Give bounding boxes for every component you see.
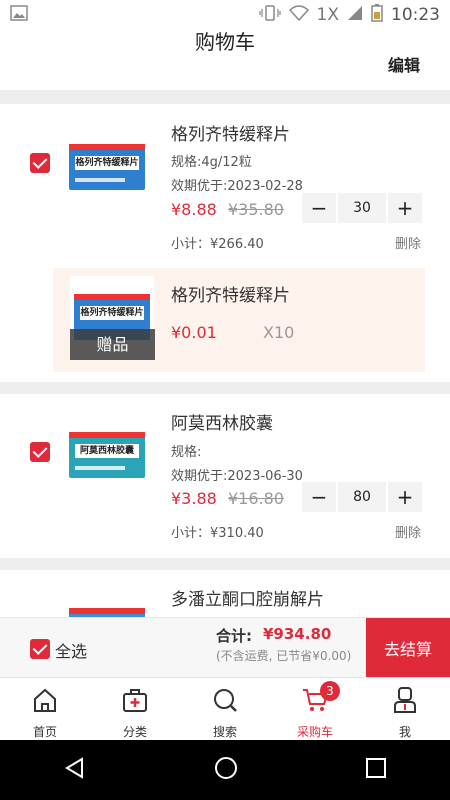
select-all-label[interactable]: 全选 [55, 638, 87, 662]
quantity-input[interactable]: 80 [338, 482, 386, 512]
product-box-label: 格列齐特缓释片 [75, 156, 139, 170]
tab-label: 首页 [32, 725, 57, 739]
image-notification-icon [10, 5, 28, 25]
signal-icon [347, 5, 363, 26]
user-icon [391, 686, 419, 718]
tab-home[interactable]: 首页 [0, 678, 90, 740]
tab-label: 分类 [122, 725, 147, 739]
product-expiry: 效期优于:2023-06-30 [171, 469, 303, 484]
quantity-input[interactable]: 30 [338, 193, 386, 223]
product-spec: 规格:4g/12粒 [171, 155, 252, 170]
wifi-icon [288, 4, 309, 26]
divider [0, 90, 450, 104]
product-price: ¥3.88 [171, 489, 217, 508]
tab-cart[interactable]: 3 采购车 [270, 678, 360, 740]
tab-label: 搜索 [212, 725, 237, 739]
search-icon [211, 686, 239, 718]
cart-item: 格列齐特缓释片 格列齐特缓释片 规格:4g/12粒 效期优于:2023-02-2… [0, 104, 450, 382]
product-image[interactable]: 阿莫西林胶囊 [65, 414, 149, 498]
tab-search[interactable]: 搜索 [180, 678, 270, 740]
total-value: ¥934.80 [263, 625, 332, 643]
page-title: 购物车 [195, 30, 255, 54]
network-type: 1X [316, 5, 339, 25]
original-price: ¥35.80 [228, 200, 284, 219]
gift-badge: 赠品 [70, 329, 155, 360]
gift-box-label: 格列齐特缓释片 [80, 306, 144, 320]
increase-button[interactable]: + [388, 482, 422, 512]
tab-label: 采购车 [296, 725, 333, 739]
decrease-button[interactable]: − [302, 482, 336, 512]
status-bar: 1X 10:23 [0, 0, 450, 30]
cart-item: 阿莫西林胶囊 阿莫西林胶囊 规格: 效期优于:2023-06-30 ¥3.88 … [0, 394, 450, 558]
tab-category[interactable]: 分类 [90, 678, 180, 740]
product-image[interactable] [65, 590, 149, 617]
divider [0, 558, 450, 570]
subtotal: 小计：¥310.40 [171, 526, 264, 541]
home-icon [31, 686, 59, 718]
medkit-icon [121, 686, 149, 718]
quantity-stepper: − 30 + [302, 193, 422, 223]
product-price: ¥8.88 [171, 200, 217, 219]
home-circle-icon[interactable] [214, 756, 238, 784]
subtotal: 小计：¥266.40 [171, 237, 264, 252]
tab-label: 我 [398, 725, 411, 739]
decrease-button[interactable]: − [302, 193, 336, 223]
tab-me[interactable]: 我 [360, 678, 450, 740]
gift-price: ¥0.01 [171, 323, 217, 342]
product-image[interactable]: 格列齐特缓释片 [65, 126, 149, 210]
product-box-label: 阿莫西林胶囊 [75, 444, 139, 458]
original-price: ¥16.80 [228, 489, 284, 508]
divider [0, 382, 450, 394]
delete-button[interactable]: 删除 [395, 522, 421, 541]
cart-count-badge: 3 [320, 681, 340, 701]
system-nav-bar [0, 740, 450, 800]
gift-name: 格列齐特缓释片 [171, 286, 290, 306]
recents-icon[interactable] [365, 757, 387, 783]
cart-item: 多潘立酮口腔崩解片 [0, 570, 450, 617]
item-checkbox[interactable] [30, 442, 50, 462]
item-checkbox[interactable] [30, 153, 50, 173]
clock: 10:23 [391, 5, 440, 25]
tab-bar: 首页 分类 搜索 3 采购车 我 [0, 677, 450, 740]
gift-item: 格列齐特缓释片 赠品 格列齐特缓释片 ¥0.01 X10 [53, 268, 425, 372]
savings-note: (不含运费, 已节省¥0.00) [216, 649, 352, 663]
delete-button[interactable]: 删除 [395, 233, 421, 252]
vibrate-icon [258, 4, 281, 26]
back-icon[interactable] [63, 756, 87, 784]
battery-icon [371, 3, 383, 27]
checkout-button[interactable]: 去结算 [366, 618, 450, 678]
product-expiry: 效期优于:2023-02-28 [171, 179, 303, 194]
increase-button[interactable]: + [388, 193, 422, 223]
select-all-checkbox[interactable] [30, 639, 50, 659]
product-name[interactable]: 多潘立酮口腔崩解片 [171, 585, 324, 610]
quantity-stepper: − 80 + [302, 482, 422, 512]
product-spec: 规格: [171, 445, 202, 460]
edit-button[interactable]: 编辑 [388, 52, 420, 76]
total-label: 合计: [216, 627, 252, 645]
product-name[interactable]: 阿莫西林胶囊 [171, 409, 273, 434]
product-name[interactable]: 格列齐特缓释片 [171, 120, 290, 145]
page-header: 购物车 编辑 [0, 30, 450, 90]
checkout-bar: 全选 合计: ¥934.80 (不含运费, 已节省¥0.00) 去结算 [0, 617, 450, 678]
gift-count: X10 [263, 323, 295, 342]
